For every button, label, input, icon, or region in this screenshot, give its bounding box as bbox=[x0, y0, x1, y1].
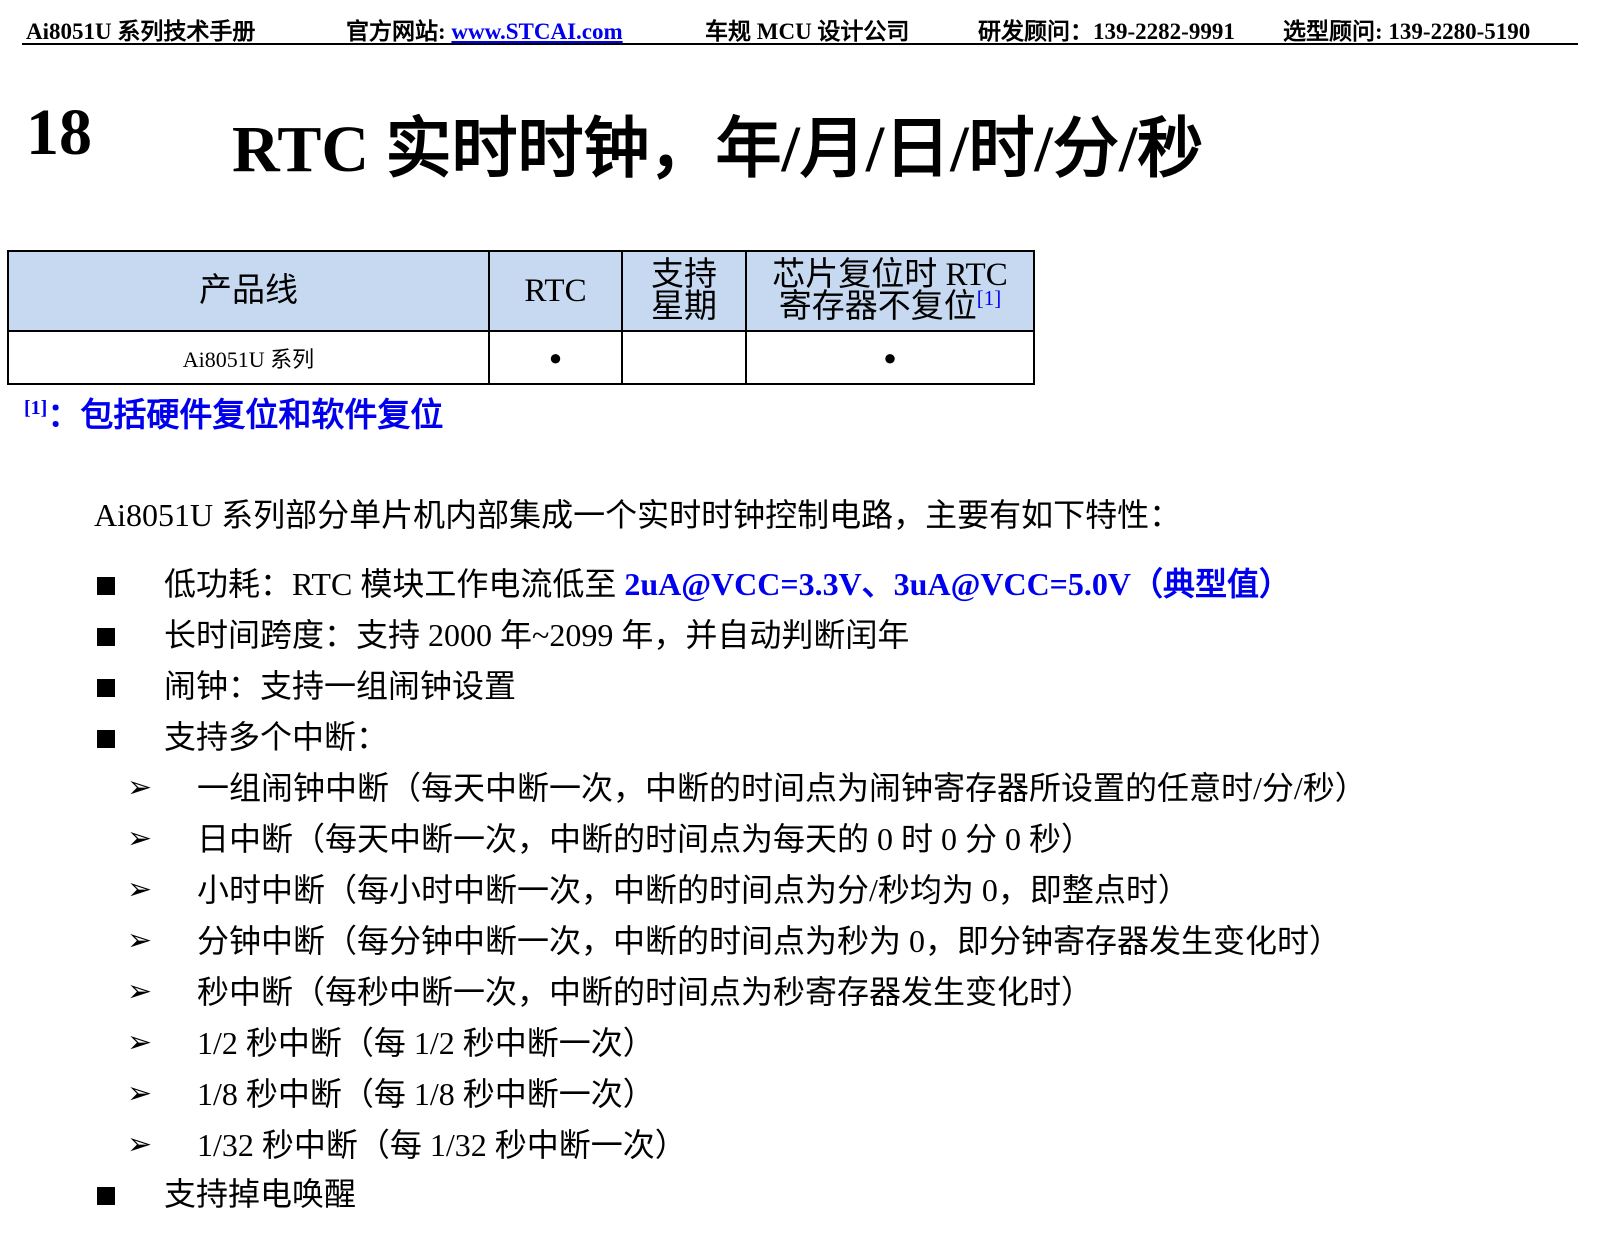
square-bullet-icon bbox=[97, 679, 115, 697]
selection-contact: 选型顾问: 139-2280-5190 bbox=[1283, 19, 1531, 44]
feature-wakeup: 支持掉电唤醒 bbox=[164, 1176, 357, 1212]
square-bullet-icon bbox=[97, 730, 115, 748]
arrow-bullet-icon: ➢ bbox=[127, 974, 153, 1009]
square-bullet-icon bbox=[97, 577, 115, 595]
col-rtc: RTC bbox=[488, 250, 623, 332]
official-site: 官方网站: www.STCAI.com bbox=[346, 12, 623, 46]
footnote-mark: [1] bbox=[24, 397, 48, 419]
arrow-bullet-icon: ➢ bbox=[127, 770, 153, 805]
arrow-bullet-icon: ➢ bbox=[127, 872, 153, 907]
feature-alarm: 闹钟：支持一组闹钟设置 bbox=[164, 668, 517, 704]
feature-interrupts: 支持多个中断： bbox=[164, 719, 389, 755]
col-product-line: 产品线 bbox=[7, 250, 490, 332]
site-label: 官方网站: bbox=[346, 19, 452, 44]
col-weekday-line2: 星期 bbox=[651, 288, 717, 325]
col-noreset-line2: 寄存器不复位 bbox=[778, 288, 977, 325]
table-row: Ai8051U 系列 ● ● bbox=[7, 330, 1035, 385]
square-bullet-icon bbox=[97, 1187, 115, 1205]
company-tagline: 车规 MCU 设计公司 bbox=[705, 19, 910, 44]
col-noreset: 芯片复位时 RTC 寄存器不复位[1] bbox=[745, 250, 1035, 332]
interrupt-item: 1/2 秒中断（每 1/2 秒中断一次） bbox=[197, 1025, 655, 1061]
site-link[interactable]: www.STCAI.com bbox=[451, 19, 622, 44]
chapter-number: 18 bbox=[26, 96, 92, 169]
cell-product: Ai8051U 系列 bbox=[7, 330, 490, 385]
table-header-row: 产品线 RTC 支持 星期 芯片复位时 RTC 寄存器不复位[1] bbox=[7, 250, 1035, 332]
arrow-bullet-icon: ➢ bbox=[127, 821, 153, 856]
arrow-bullet-icon: ➢ bbox=[127, 1076, 153, 1111]
square-bullet-icon bbox=[97, 628, 115, 646]
feature-power-text: 低功耗：RTC 模块工作电流低至 bbox=[164, 566, 625, 602]
feature-power: 低功耗：RTC 模块工作电流低至 2uA@VCC=3.3V、3uA@VCC=5.… bbox=[164, 564, 1291, 604]
footnote-ref[interactable]: [1] bbox=[977, 286, 1002, 310]
rd-contact: 研发顾问：139-2282-9991 bbox=[978, 19, 1235, 44]
page-header: Ai8051U 系列技术手册 官方网站: www.STCAI.com 车规 MC… bbox=[22, 10, 1578, 45]
manual-title: Ai8051U 系列技术手册 bbox=[26, 19, 256, 44]
product-table: 产品线 RTC 支持 星期 芯片复位时 RTC 寄存器不复位[1] Ai8051U … bbox=[7, 250, 1035, 385]
feature-span: 长时间跨度：支持 2000 年~2099 年，并自动判断闰年 bbox=[164, 617, 910, 653]
interrupt-item: 分钟中断（每分钟中断一次，中断的时间点为秒为 0，即分钟寄存器发生变化时） bbox=[197, 923, 1342, 959]
footnote: [1]：包括硬件复位和软件复位 bbox=[24, 388, 443, 436]
col-weekday: 支持 星期 bbox=[621, 250, 747, 332]
footnote-text: ：包括硬件复位和软件复位 bbox=[47, 398, 444, 434]
feature-power-value: 2uA@VCC=3.3V、3uA@VCC=5.0V（典型值） bbox=[624, 566, 1292, 602]
interrupt-item: 1/8 秒中断（每 1/8 秒中断一次） bbox=[197, 1076, 655, 1112]
interrupt-item: 一组闹钟中断（每天中断一次，中断的时间点为闹钟寄存器所设置的任意时/分/秒） bbox=[197, 770, 1367, 806]
cell-weekday-support bbox=[621, 330, 747, 385]
arrow-bullet-icon: ➢ bbox=[127, 1127, 153, 1162]
interrupt-item: 日中断（每天中断一次，中断的时间点为每天的 0 时 0 分 0 秒） bbox=[197, 821, 1094, 857]
chapter-title: RTC 实时时钟，年/月/日/时/分/秒 bbox=[232, 113, 1204, 186]
col-noreset-line1: 芯片复位时 RTC bbox=[772, 256, 1008, 293]
interrupt-item: 1/32 秒中断（每 1/32 秒中断一次） bbox=[197, 1127, 687, 1163]
cell-rtc-support: ● bbox=[488, 330, 623, 385]
col-weekday-line1: 支持 bbox=[651, 256, 717, 293]
arrow-bullet-icon: ➢ bbox=[127, 923, 153, 958]
arrow-bullet-icon: ➢ bbox=[127, 1025, 153, 1060]
interrupt-item: 秒中断（每秒中断一次，中断的时间点为秒寄存器发生变化时） bbox=[197, 974, 1094, 1010]
interrupt-item: 小时中断（每小时中断一次，中断的时间点为分/秒均为 0，即整点时） bbox=[197, 872, 1190, 908]
cell-noreset-support: ● bbox=[745, 330, 1035, 385]
intro-paragraph: Ai8051U 系列部分单片机内部集成一个实时时钟控制电路，主要有如下特性： bbox=[94, 497, 1182, 533]
